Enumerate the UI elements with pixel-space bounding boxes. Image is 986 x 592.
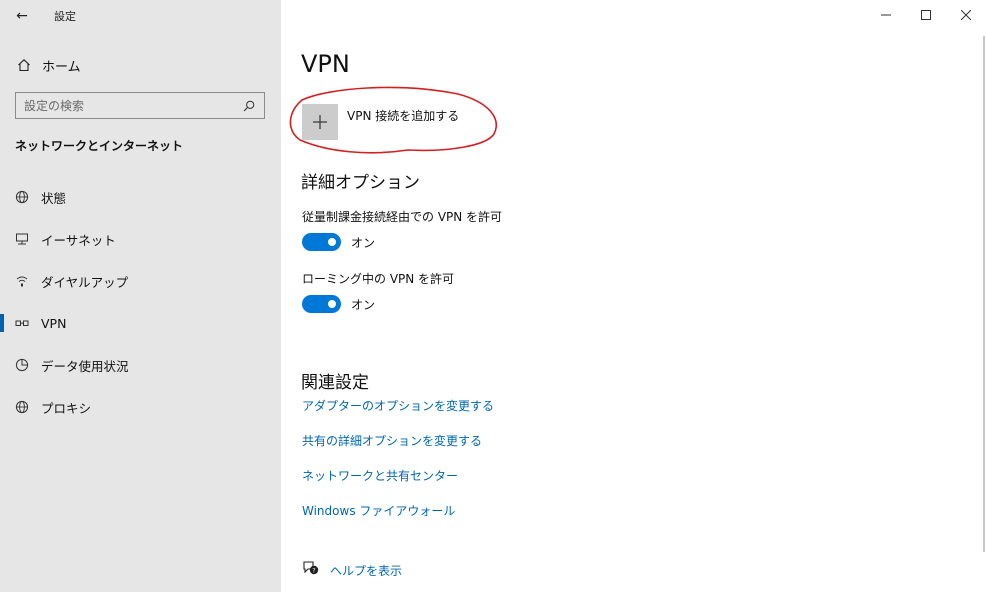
sidebar-item-vpn[interactable]: VPN <box>0 302 281 344</box>
roaming-vpn-toggle[interactable] <box>302 295 341 313</box>
page-title: VPN <box>301 50 350 78</box>
link-network-sharing-center[interactable]: ネットワークと共有センター <box>302 467 458 484</box>
back-button[interactable]: ← <box>0 0 44 32</box>
metered-vpn-toggle-row: オン <box>302 233 375 251</box>
search-input[interactable] <box>24 98 242 113</box>
close-icon <box>961 10 971 20</box>
svg-text:?: ? <box>312 567 315 574</box>
add-vpn-connection-button[interactable]: VPN 接続を追加する <box>302 104 459 140</box>
roaming-vpn-label: ローミング中の VPN を許可 <box>302 272 455 286</box>
home-icon <box>14 58 34 72</box>
vpn-icon <box>13 316 31 330</box>
sidebar-item-label: 状態 <box>41 190 67 206</box>
help-chat-icon: ? <box>302 560 320 580</box>
sidebar-item-label: データ使用状況 <box>41 358 129 374</box>
sidebar: ← 設定 ホーム ネットワークとインターネット 状態 イーサネット <box>0 0 281 592</box>
home-label: ホーム <box>42 59 81 75</box>
close-button[interactable] <box>946 0 986 30</box>
settings-search-box[interactable] <box>15 92 265 119</box>
sidebar-item-label: イーサネット <box>41 232 116 248</box>
link-advanced-sharing[interactable]: 共有の詳細オプションを変更する <box>302 432 482 449</box>
maximize-icon <box>921 10 931 20</box>
data-usage-icon <box>13 358 31 372</box>
search-icon[interactable] <box>242 99 256 113</box>
toggle-state-text: オン <box>351 235 376 250</box>
toggle-state-text: オン <box>351 297 376 312</box>
minimize-button[interactable] <box>866 0 906 30</box>
sidebar-item-label: VPN <box>41 315 67 331</box>
related-settings-heading: 関連設定 <box>301 373 369 393</box>
sidebar-item-data-usage[interactable]: データ使用状況 <box>0 344 281 386</box>
metered-vpn-label: 従量制課金接続経由での VPN を許可 <box>302 210 503 224</box>
plus-icon <box>302 104 338 140</box>
help-label: ヘルプを表示 <box>330 563 403 578</box>
scrollbar[interactable] <box>983 36 985 552</box>
sidebar-item-label: プロキシ <box>41 400 92 416</box>
main-content: VPN VPN 接続を追加する 詳細オプション 従量制課金接続経由での VPN … <box>281 0 986 592</box>
sidebar-item-dialup[interactable]: ダイヤルアップ <box>0 260 281 302</box>
sidebar-section-title: ネットワークとインターネット <box>15 139 184 153</box>
app-title: 設定 <box>54 10 76 23</box>
globe-proxy-icon <box>13 400 31 414</box>
advanced-options-heading: 詳細オプション <box>301 173 420 193</box>
get-help-link[interactable]: ? ヘルプを表示 <box>302 560 402 580</box>
link-windows-firewall[interactable]: Windows ファイアウォール <box>302 502 455 519</box>
link-adapter-options[interactable]: アダプターのオプションを変更する <box>302 397 494 414</box>
back-arrow-icon: ← <box>16 8 28 24</box>
globe-status-icon <box>13 190 31 204</box>
sidebar-item-status[interactable]: 状態 <box>0 176 281 218</box>
add-vpn-label: VPN 接続を追加する <box>347 109 460 123</box>
window-controls <box>866 0 986 30</box>
maximize-button[interactable] <box>906 0 946 30</box>
ethernet-icon <box>13 232 31 246</box>
sidebar-item-proxy[interactable]: プロキシ <box>0 386 281 428</box>
roaming-vpn-toggle-row: オン <box>302 295 375 313</box>
sidebar-nav: 状態 イーサネット ダイヤルアップ VPN データ使用状況 プロキシ <box>0 176 281 428</box>
metered-vpn-toggle[interactable] <box>302 233 341 251</box>
minimize-icon <box>881 14 891 16</box>
sidebar-item-label: ダイヤルアップ <box>41 274 129 290</box>
sidebar-item-ethernet[interactable]: イーサネット <box>0 218 281 260</box>
dialup-icon <box>13 274 31 288</box>
home-link[interactable]: ホーム <box>0 50 281 80</box>
title-bar: ← 設定 <box>0 0 281 32</box>
